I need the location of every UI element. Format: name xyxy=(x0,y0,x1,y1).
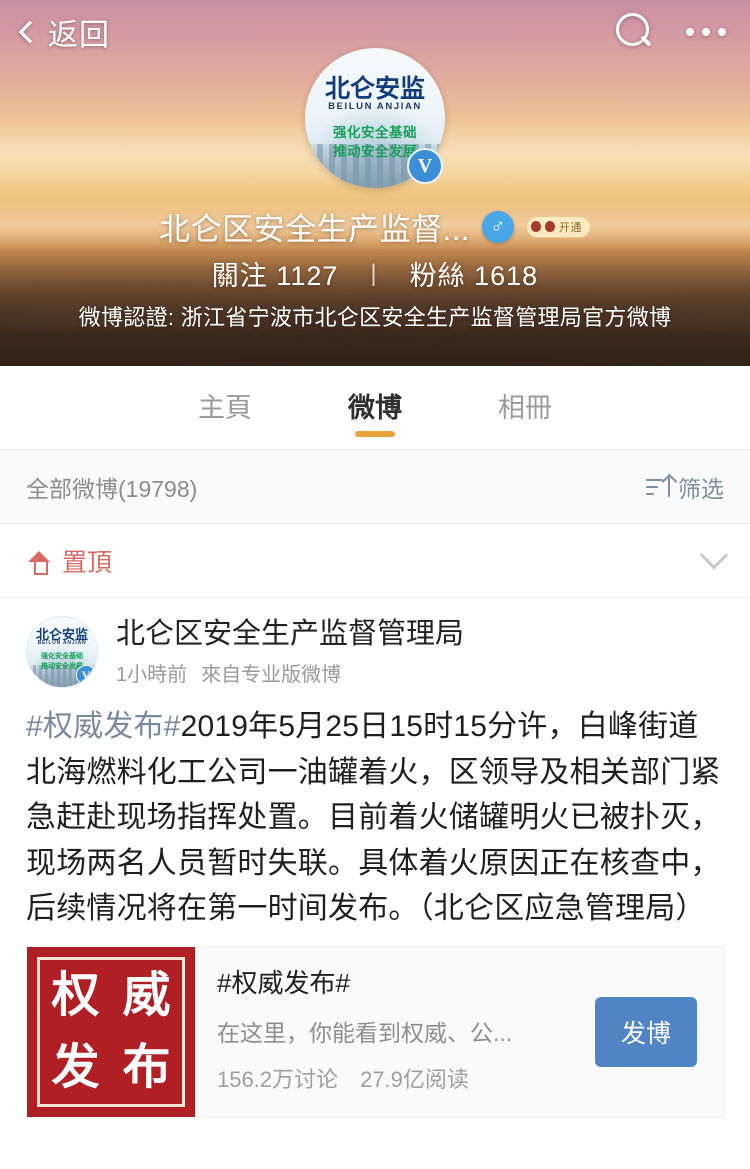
weibo-profile-screen: 返回 北仑安监 BEILUN ANJIAN 强化安全基础 推动安全发展 V 北仑… xyxy=(0,0,750,1169)
fans-stat[interactable]: 粉絲 1618 xyxy=(410,254,539,293)
male-gender-icon: ♂ xyxy=(481,210,514,243)
profile-username: 北仑区安全生产监督... xyxy=(159,212,470,247)
more-dot xyxy=(718,28,726,36)
filter-line xyxy=(646,492,654,495)
post-avatar-slogan-1: 强化安全基础 xyxy=(41,652,83,660)
post-author-info: 北仑区安全生产监督管理局 1小時前 來自专业版微博 xyxy=(116,617,464,687)
tab-home[interactable]: 主頁 xyxy=(198,380,252,436)
following-label: 關注 xyxy=(211,261,268,291)
topic-stats: 156.2万讨论 27.9亿阅读 xyxy=(217,1062,575,1094)
topic-title: #权威发布# xyxy=(217,967,350,998)
tab-weibo[interactable]: 微博 xyxy=(348,380,402,436)
profile-tabs: 主頁 微博 相冊 xyxy=(0,366,750,450)
top-navigation-bar: 返回 xyxy=(0,0,750,64)
pin-to-top-icon xyxy=(26,547,52,575)
topic-thumb-char-3: 发 xyxy=(51,1039,100,1096)
post-timestamp: 1小時前 xyxy=(116,663,188,686)
publish-post-button[interactable]: 发博 xyxy=(594,996,697,1067)
profile-avatar[interactable]: 北仑安监 BEILUN ANJIAN 强化安全基础 推动安全发展 V xyxy=(305,48,445,188)
nav-actions xyxy=(614,12,728,52)
more-dot xyxy=(686,28,694,36)
post-avatar-subtitle: BEILUN ANJIAN xyxy=(37,640,87,647)
badge-ornament-icon xyxy=(530,221,541,232)
back-button-label: 返回 xyxy=(48,19,110,52)
following-count: 1127 xyxy=(276,261,339,291)
pinned-bar: 置頂 xyxy=(0,524,750,598)
topic-action: 发博 xyxy=(589,947,723,1117)
fans-count: 1618 xyxy=(474,261,539,291)
more-horizontal-icon[interactable] xyxy=(684,20,728,44)
avatar-logo-subtitle: BEILUN ANJIAN xyxy=(328,101,422,113)
fans-label: 粉絲 xyxy=(409,261,466,291)
badge-ornament-icon xyxy=(544,221,555,232)
tab-home-label: 主頁 xyxy=(198,393,252,423)
post-card: 北仑安监 BEILUN ANJIAN 强化安全基础 推动安全发展 V 北仑区安全… xyxy=(0,598,750,1118)
topic-card[interactable]: 权 威 发 布 #权威发布# 在这里，你能看到权威、公... 156.2万讨论 … xyxy=(26,945,724,1118)
avatar-logo-slogan-1: 强化安全基础 xyxy=(333,124,417,140)
filter-sort-icon xyxy=(646,475,670,499)
filter-bar: 全部微博(19798) 筛选 xyxy=(0,450,750,524)
topic-discussions: 156.2万讨论 xyxy=(217,1066,339,1092)
weibo-count-label: 全部微博(19798) xyxy=(26,475,198,502)
filter-button[interactable]: 筛选 xyxy=(646,470,724,504)
post-author-avatar[interactable]: 北仑安监 BEILUN ANJIAN 强化安全基础 推动安全发展 V xyxy=(26,616,98,688)
chevron-down-icon[interactable] xyxy=(699,540,729,569)
tab-album[interactable]: 相冊 xyxy=(498,380,552,436)
topic-thumb-char-2: 威 xyxy=(122,967,171,1024)
post-author-name[interactable]: 北仑区安全生产监督管理局 xyxy=(116,617,464,652)
post-header: 北仑安监 BEILUN ANJIAN 强化安全基础 推动安全发展 V 北仑区安全… xyxy=(26,616,724,688)
pinned-label: 置頂 xyxy=(62,548,113,577)
topic-reads: 27.9亿阅读 xyxy=(360,1066,469,1092)
topic-thumb-char-1: 权 xyxy=(51,967,100,1024)
post-meta: 1小時前 來自专业版微博 xyxy=(116,658,464,687)
topic-info: #权威发布# 在这里，你能看到权威、公... 156.2万讨论 27.9亿阅读 xyxy=(195,947,589,1117)
avatar-logo-title: 北仑安监 xyxy=(324,74,425,103)
verified-badge-icon: V xyxy=(407,148,443,184)
tab-album-label: 相冊 xyxy=(498,393,552,423)
profile-header-banner: 返回 北仑安监 BEILUN ANJIAN 强化安全基础 推动安全发展 V 北仑… xyxy=(0,0,750,366)
verification-text: 微博認證: 浙江省宁波市北仑区安全生产监督管理局官方微博 xyxy=(78,305,672,330)
post-verified-badge-icon: V xyxy=(76,665,96,685)
profile-stats: 關注 1127 | 粉絲 1618 xyxy=(0,254,750,293)
chevron-left-icon xyxy=(18,20,42,44)
stats-divider: | xyxy=(370,259,378,287)
more-dot xyxy=(702,28,710,36)
following-stat[interactable]: 關注 1127 xyxy=(212,254,339,293)
topic-thumbnail-text: 权 威 发 布 xyxy=(37,956,185,1107)
post-source: 來自专业版微博 xyxy=(201,663,342,686)
search-icon[interactable] xyxy=(614,12,654,52)
topic-thumbnail: 权 威 发 布 xyxy=(27,946,195,1117)
member-level-badge-label: 开通 xyxy=(558,221,582,234)
back-button[interactable]: 返回 xyxy=(18,10,110,54)
tab-weibo-label: 微博 xyxy=(348,393,402,423)
filter-line xyxy=(646,478,663,481)
topic-description: 在这里，你能看到权威、公... xyxy=(217,1019,513,1046)
filter-button-label: 筛选 xyxy=(678,475,724,502)
topic-thumb-char-4: 布 xyxy=(122,1039,171,1096)
post-body: #权威发布#2019年5月25日15时15分许，白峰街道北海燃料化工公司一油罐着… xyxy=(26,704,724,932)
filter-line xyxy=(646,485,658,488)
member-level-badge[interactable]: 开通 xyxy=(525,215,591,238)
arrow-up-icon xyxy=(667,476,670,497)
username-row: 北仑区安全生产监督... ♂ 开通 xyxy=(0,204,750,249)
post-hashtag[interactable]: #权威发布# xyxy=(26,710,181,743)
